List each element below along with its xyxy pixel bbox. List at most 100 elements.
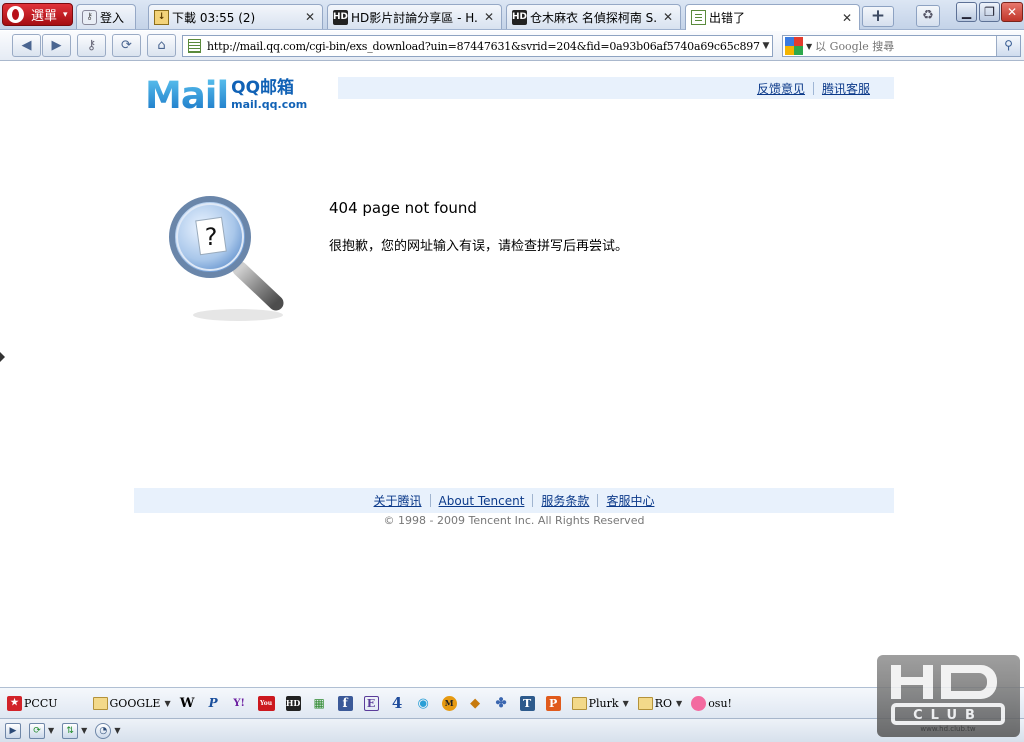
tab-title: 登入 <box>100 10 125 25</box>
customer-service-link[interactable]: 客服中心 <box>606 492 654 509</box>
google-icon <box>67 696 82 711</box>
minimize-button[interactable]: ▁ <box>956 2 977 22</box>
folder-icon <box>637 696 653 710</box>
blue-globe-icon: ◉ <box>417 695 429 711</box>
panel-toggle-button[interactable]: ▶ <box>5 722 21 740</box>
tab-error-active[interactable]: 出错了 ✕ <box>685 4 860 30</box>
folder-icon <box>571 696 587 710</box>
terms-link[interactable]: 服务条款 <box>541 492 589 509</box>
url-text[interactable]: http://mail.qq.com/cgi-bin/exs_download?… <box>207 40 760 53</box>
key-icon: ⚷ <box>82 9 97 25</box>
close-tab-icon[interactable]: ✕ <box>841 11 853 25</box>
close-window-button[interactable]: ✕ <box>1001 2 1023 22</box>
divider <box>532 494 534 507</box>
bookmark-e[interactable]: E <box>363 695 381 711</box>
bookmark-folder-google[interactable]: GOOGLE ▼ <box>92 696 171 710</box>
paypal-icon: P <box>208 696 218 710</box>
tencent-support-link[interactable]: 腾讯客服 <box>822 80 870 97</box>
tab-title: 仓木麻衣 名偵探柯南 S... <box>530 10 658 25</box>
reload-every-button[interactable]: ⟳ ▼ <box>29 722 54 740</box>
bookmark-tag[interactable]: ◆ <box>468 696 485 711</box>
reload-button[interactable]: ⟳ <box>112 34 141 57</box>
bookmark-wikipedia[interactable]: W <box>180 696 197 711</box>
forward-button[interactable]: ▶ <box>42 34 71 57</box>
chevron-down-icon: ▼ <box>81 726 88 735</box>
logo-brand: QQ邮箱 mail.qq.com <box>231 78 307 111</box>
bookmark-m[interactable]: M <box>441 695 459 711</box>
m-icon: M <box>441 695 457 711</box>
bookmark-folder-ro[interactable]: RO ▼ <box>637 696 683 710</box>
wand-button[interactable]: ⚷ <box>77 34 106 57</box>
menu-label: 選單 <box>31 9 58 24</box>
restore-button[interactable]: ❐ <box>979 2 1000 22</box>
panel-arrow-icon[interactable] <box>0 352 5 362</box>
bookmark-four[interactable]: 4 <box>390 694 407 712</box>
download-icon: ↓ <box>154 9 169 25</box>
youtube-icon: You <box>257 695 275 711</box>
chevron-down-icon: ▼ <box>676 698 683 708</box>
logo-domain: mail.qq.com <box>231 98 308 111</box>
tab-downloads[interactable]: ↓ 下載 03:55 (2) ✕ <box>148 4 323 29</box>
new-tab-button[interactable]: + <box>862 6 894 27</box>
close-tab-icon[interactable]: ✕ <box>662 10 674 24</box>
browser-window: 選單 ▾ ⚷ 登入 ↓ 下載 03:55 (2) ✕ HD HD影片討論分享區 … <box>0 0 1024 742</box>
trash-icon[interactable]: ♻ <box>916 5 940 27</box>
search-input[interactable] <box>815 39 996 53</box>
opera-menu-button[interactable]: 選單 ▾ <box>2 3 73 26</box>
search-box[interactable]: ▼ ⚲ <box>782 35 1021 57</box>
svg-text:www.hd.club.tw: www.hd.club.tw <box>920 725 976 733</box>
bookmark-pccu[interactable]: ★ PCCU <box>7 695 58 711</box>
four-icon: 4 <box>391 694 403 712</box>
personal-bar: ★ PCCU GOOGLE ▼ W P Y! You HD ▦ f E 4 ◉ … <box>0 687 1024 718</box>
hdclub-logo: CLUB www.hd.club.tw <box>891 665 1005 733</box>
bookmark-yahoo[interactable]: Y! <box>232 696 249 711</box>
bookmark-hd[interactable]: HD <box>285 695 303 711</box>
bookmark-t[interactable]: T <box>519 695 537 711</box>
sync-button[interactable]: ⇅ ▼ <box>62 722 87 740</box>
tab-login[interactable]: ⚷ 登入 <box>76 4 136 29</box>
google-icon[interactable] <box>785 37 803 55</box>
page-icon <box>188 39 201 53</box>
bookmark-puzzle[interactable]: ✤ <box>494 696 511 711</box>
reload-icon: ⟳ <box>121 38 132 53</box>
chevron-down-icon: ▼ <box>622 698 629 708</box>
bookmark-folder-plurk[interactable]: Plurk ▼ <box>571 696 629 710</box>
chevron-down-icon: ▼ <box>114 726 121 735</box>
bookmark-facebook[interactable]: f <box>337 695 355 711</box>
bookmark-osu[interactable]: osu! <box>691 695 732 711</box>
svg-text:CLUB: CLUB <box>913 708 983 723</box>
feedback-link[interactable]: 反馈意见 <box>757 80 805 97</box>
bookmark-paypal[interactable]: P <box>206 696 223 711</box>
tab-hd-forum[interactable]: HD HD影片討論分享區 - H... ✕ <box>327 4 502 29</box>
search-icon[interactable]: ⚲ <box>996 36 1020 56</box>
puzzle-icon: ✤ <box>495 695 507 711</box>
close-tab-icon[interactable]: ✕ <box>483 10 495 24</box>
about-tencent-link[interactable]: About Tencent <box>439 494 525 508</box>
bookmark-green-app[interactable]: ▦ <box>312 696 329 711</box>
osu-icon <box>691 695 707 711</box>
divider <box>429 494 431 507</box>
error-title: 404 page not found <box>329 199 477 217</box>
tab-conan[interactable]: HD 仓木麻衣 名偵探柯南 S... ✕ <box>506 4 681 29</box>
close-tab-icon[interactable]: ✕ <box>304 10 316 24</box>
bookmark-google[interactable] <box>67 696 84 711</box>
bookmark-globe[interactable]: ◉ <box>416 696 433 711</box>
status-bar: ▶ ⟳ ▼ ⇅ ▼ ◔ ▼ <box>0 718 1024 742</box>
home-button[interactable]: ⌂ <box>147 34 176 57</box>
qq-mail-logo[interactable]: Mail QQ邮箱 mail.qq.com <box>145 76 307 116</box>
about-tencent-cn-link[interactable]: 关于腾讯 <box>374 492 422 509</box>
hd-icon: HD <box>333 9 348 25</box>
bookmark-label: Plurk <box>588 696 619 710</box>
address-field[interactable]: http://mail.qq.com/cgi-bin/exs_download?… <box>182 35 773 57</box>
back-button[interactable]: ◀ <box>12 34 41 57</box>
chevron-down-icon[interactable]: ▼ <box>760 41 772 51</box>
turbo-button[interactable]: ◔ ▼ <box>95 722 120 740</box>
hd-icon: HD <box>285 695 301 711</box>
sync-icon: ⇅ <box>62 722 79 739</box>
chevron-down-icon[interactable]: ▼ <box>806 42 812 51</box>
bookmark-label: GOOGLE <box>109 696 161 710</box>
bookmark-youtube[interactable]: You <box>257 695 277 711</box>
logo-brand-name: QQ邮箱 <box>231 78 295 98</box>
bookmark-p[interactable]: P <box>545 695 563 711</box>
pccu-icon: ★ <box>7 695 22 711</box>
